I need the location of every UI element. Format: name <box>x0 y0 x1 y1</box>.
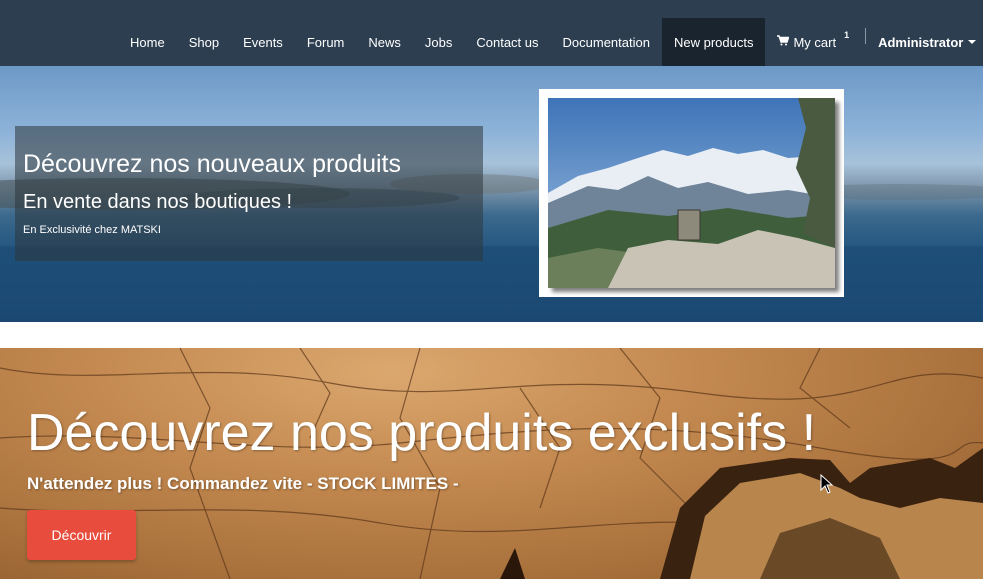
nav-news[interactable]: News <box>356 18 413 66</box>
mouse-cursor-icon <box>820 474 834 494</box>
nav-jobs[interactable]: Jobs <box>413 18 464 66</box>
nav-documentation[interactable]: Documentation <box>551 18 662 66</box>
hero-title: Découvrez nos nouveaux produits <box>23 150 402 178</box>
top-navbar: Home Shop Events Forum News Jobs Contact… <box>0 0 983 66</box>
section-spacer <box>0 322 983 348</box>
discover-button[interactable]: Découvrir <box>27 510 136 560</box>
nav-forum[interactable]: Forum <box>295 18 357 66</box>
nav-shop[interactable]: Shop <box>177 18 231 66</box>
nav-my-cart[interactable]: My cart 1 <box>765 18 861 66</box>
hero-banner-exclusive-products: Découvrez nos produits exclusifs ! N'att… <box>0 348 983 579</box>
shopping-cart-icon <box>777 35 790 49</box>
nav-new-products[interactable]: New products <box>661 18 766 66</box>
hero-subtitle: En vente dans nos boutiques ! <box>23 191 293 213</box>
cart-label: My cart <box>793 34 837 50</box>
nav-events[interactable]: Events <box>231 18 295 66</box>
hero-caption-box: Découvrez nos nouveaux produits En vente… <box>15 126 483 261</box>
mountain-product-photo <box>548 98 835 288</box>
wood-texture-background <box>0 348 983 579</box>
nav-contact-us[interactable]: Contact us <box>464 18 550 66</box>
nav-home[interactable]: Home <box>118 18 177 66</box>
caret-down-icon <box>968 40 977 44</box>
user-name: Administrator <box>878 34 964 50</box>
main-nav: Home Shop Events Forum News Jobs Contact… <box>118 18 983 66</box>
product-photo-frame <box>539 89 844 297</box>
exclusive-title: Découvrez nos produits exclusifs ! <box>27 404 817 462</box>
hero-tagline: En Exclusivité chez MATSKI <box>23 224 161 236</box>
hero-banner-new-products: Découvrez nos nouveaux produits En vente… <box>0 66 983 322</box>
cart-count-badge: 1 <box>844 30 850 40</box>
user-menu[interactable]: Administrator <box>866 18 983 66</box>
nav-divider <box>865 28 867 44</box>
exclusive-subtitle: N'attendez plus ! Commandez vite - STOCK… <box>27 474 459 493</box>
